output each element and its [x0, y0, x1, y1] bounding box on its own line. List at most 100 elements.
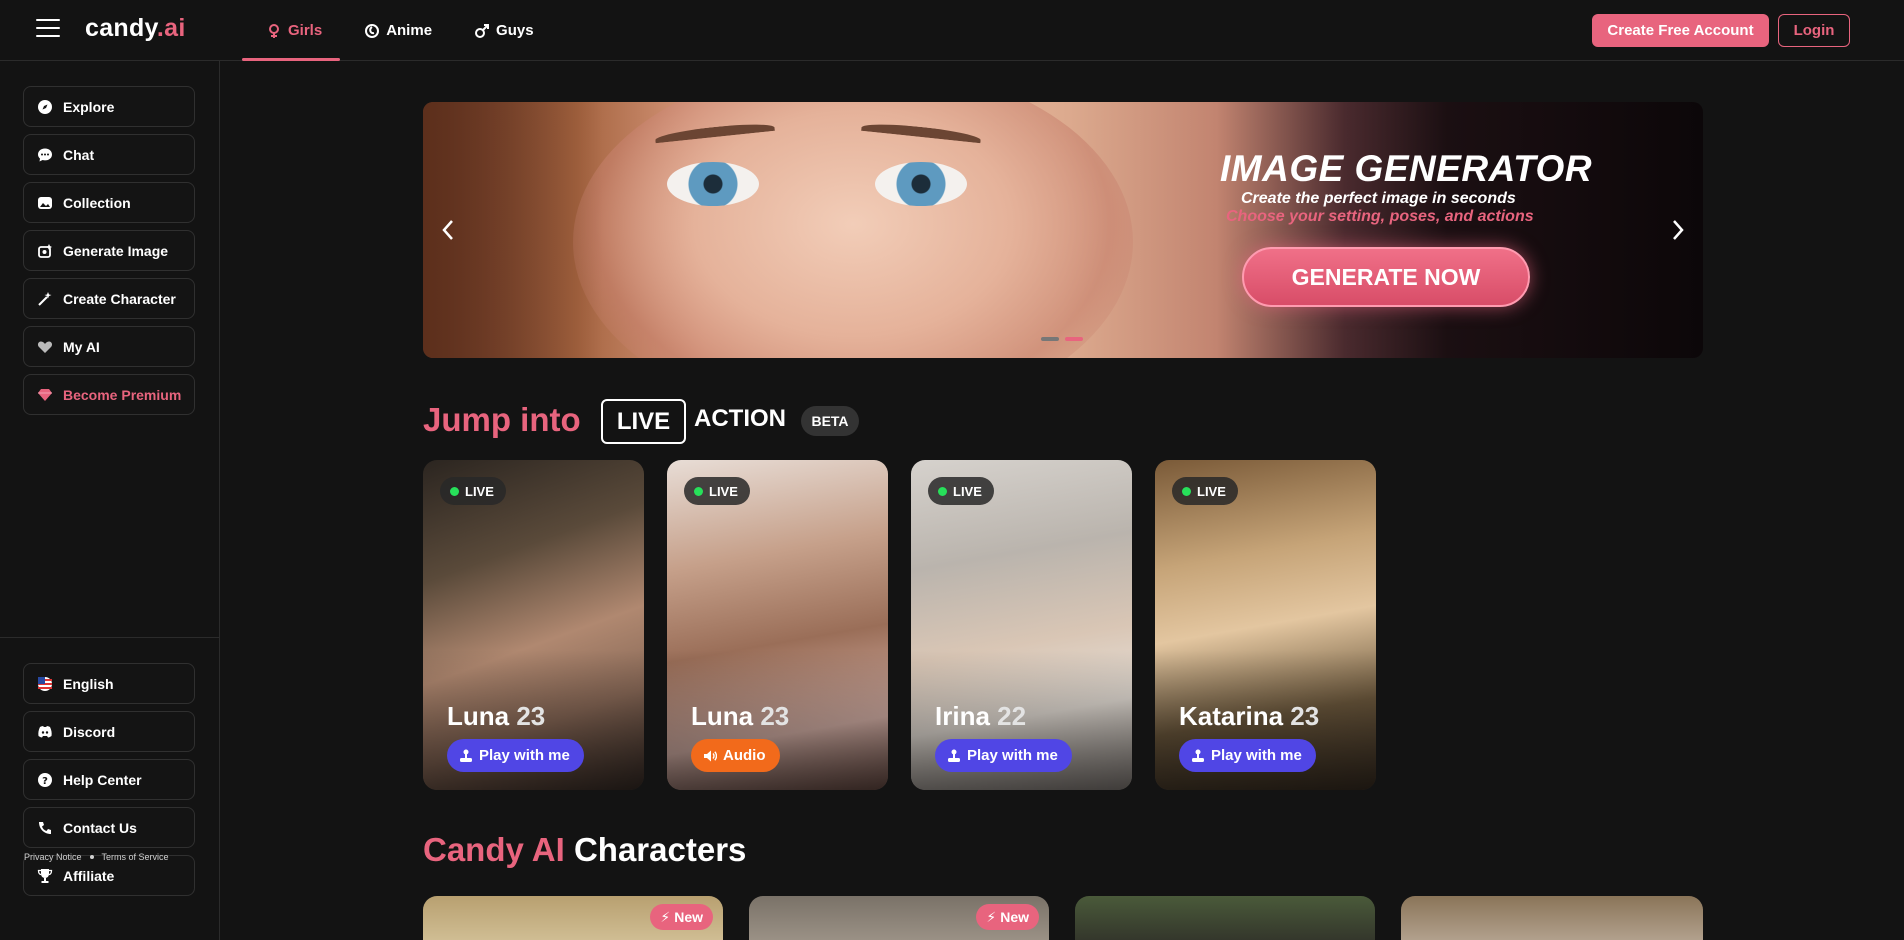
live-character-card[interactable]: LIVE Irina 22 Play with me [911, 460, 1132, 790]
footer-links: Privacy Notice Terms of Service [24, 852, 169, 862]
sidebar-item-help-center[interactable]: ? Help Center [23, 759, 195, 800]
create-free-account-button[interactable]: Create Free Account [1592, 14, 1769, 47]
joystick-icon [948, 749, 960, 762]
character-card[interactable] [1401, 896, 1703, 940]
carousel-dot[interactable] [1041, 337, 1059, 341]
sidebar-item-label: Contact Us [63, 819, 137, 836]
sidebar: Explore Chat Collection Generate Image C… [0, 61, 220, 940]
anime-icon [365, 23, 380, 38]
contact-icon [37, 820, 53, 836]
live-dot [694, 486, 703, 496]
live-dot [938, 486, 947, 496]
generate-image-icon [37, 243, 53, 259]
characters-section-title: Candy AI Characters [423, 831, 746, 869]
logo-text: candy [85, 14, 157, 42]
magic-wand-icon [37, 291, 53, 307]
live-badge: LIVE [1172, 477, 1238, 505]
carousel-dot-active[interactable] [1065, 337, 1083, 341]
banner-subtitle: Create the perfect image in seconds [1241, 190, 1516, 207]
sidebar-item-contact-us[interactable]: Contact Us [23, 807, 195, 848]
live-section-title: Jump into [423, 401, 581, 438]
chevron-left-icon[interactable] [439, 216, 457, 244]
privacy-notice-link[interactable]: Privacy Notice [24, 852, 82, 862]
sidebar-item-discord[interactable]: Discord [23, 711, 195, 752]
live-badge: LIVE [928, 477, 994, 505]
sidebar-item-label: Explore [63, 98, 115, 115]
sidebar-item-label: My AI [63, 338, 100, 355]
character-card[interactable] [1075, 896, 1375, 940]
svg-text:?: ? [42, 776, 48, 787]
audio-button[interactable]: Audio [691, 739, 780, 772]
live-badge-label: LIVE [1197, 483, 1226, 499]
characters-title-text: Characters [573, 831, 747, 868]
character-name-text: Katarina [1179, 701, 1284, 731]
character-age: 23 [516, 701, 546, 731]
sidebar-item-collection[interactable]: Collection [23, 182, 195, 223]
sidebar-item-label: English [63, 675, 114, 692]
action-label: ACTION [694, 405, 786, 432]
live-dot [1182, 486, 1191, 496]
sidebar-item-chat[interactable]: Chat [23, 134, 195, 175]
diamond-icon [37, 387, 53, 403]
button-label: Audio [723, 747, 766, 764]
trophy-icon [37, 868, 53, 884]
sidebar-item-language[interactable]: English [23, 663, 195, 704]
live-dot [450, 486, 459, 496]
tab-girls[interactable]: Girls [242, 0, 341, 61]
live-character-card[interactable]: LIVE Luna 23 Play with me [423, 460, 644, 790]
tab-anime[interactable]: Anime [340, 0, 450, 61]
live-label: LIVE [601, 399, 686, 444]
chevron-right-icon[interactable] [1669, 216, 1687, 244]
live-character-card[interactable]: LIVE Katarina 23 Play with me [1155, 460, 1376, 790]
sidebar-item-generate-image[interactable]: Generate Image [23, 230, 195, 271]
sidebar-item-my-ai[interactable]: My AI [23, 326, 195, 367]
sidebar-item-explore[interactable]: Explore [23, 86, 195, 127]
sidebar-item-label: Help Center [63, 771, 142, 788]
sidebar-item-label: Affiliate [63, 867, 115, 884]
sidebar-item-label: Discord [63, 723, 116, 740]
character-name: Luna 23 [691, 701, 789, 732]
generate-now-button[interactable]: GENERATE NOW [1242, 247, 1530, 307]
character-card[interactable]: ⚡ New [749, 896, 1049, 940]
new-badge-label: New [1000, 909, 1029, 925]
character-age: 23 [760, 701, 790, 731]
menu-icon[interactable] [36, 19, 60, 39]
logo-accent: .ai [156, 14, 186, 42]
character-age: 23 [1290, 701, 1320, 731]
hero-banner[interactable]: IMAGE GENERATOR Create the perfect image… [423, 102, 1703, 358]
joystick-icon [1192, 749, 1204, 762]
new-badge-label: New [674, 909, 703, 925]
male-icon [475, 23, 490, 38]
banner-subtitle-accent: Choose your setting, poses, and actions [1226, 208, 1534, 225]
tab-guys[interactable]: Guys [450, 0, 552, 61]
sidebar-divider [0, 637, 220, 638]
play-with-me-button[interactable]: Play with me [935, 739, 1072, 772]
sidebar-item-label: Create Character [63, 290, 176, 307]
banner-image-detail [667, 162, 759, 206]
new-badge: ⚡ New [650, 904, 713, 930]
separator-dot [89, 855, 94, 859]
us-flag-icon [37, 676, 53, 692]
sidebar-item-become-premium[interactable]: Become Premium [23, 374, 195, 415]
terms-of-service-link[interactable]: Terms of Service [102, 852, 169, 862]
character-age: 22 [997, 701, 1027, 731]
joystick-icon [460, 749, 472, 762]
carousel-indicators [1041, 337, 1083, 341]
live-character-card[interactable]: LIVE Luna 23 Audio [667, 460, 888, 790]
compass-icon [37, 99, 53, 115]
login-button[interactable]: Login [1778, 14, 1850, 47]
character-card[interactable]: ⚡ New [423, 896, 723, 940]
banner-title: IMAGE GENERATOR [1220, 148, 1593, 189]
sidebar-item-label: Become Premium [63, 386, 182, 403]
tab-label: Girls [288, 22, 323, 39]
logo[interactable]: candy.ai [85, 14, 186, 43]
beta-badge: BETA [801, 406, 859, 436]
live-badge: LIVE [684, 477, 750, 505]
sidebar-item-create-character[interactable]: Create Character [23, 278, 195, 319]
button-label: Play with me [1211, 747, 1302, 764]
discord-icon [37, 724, 53, 740]
play-with-me-button[interactable]: Play with me [1179, 739, 1316, 772]
live-badge-label: LIVE [953, 483, 982, 499]
character-name-text: Irina [935, 701, 990, 731]
play-with-me-button[interactable]: Play with me [447, 739, 584, 772]
